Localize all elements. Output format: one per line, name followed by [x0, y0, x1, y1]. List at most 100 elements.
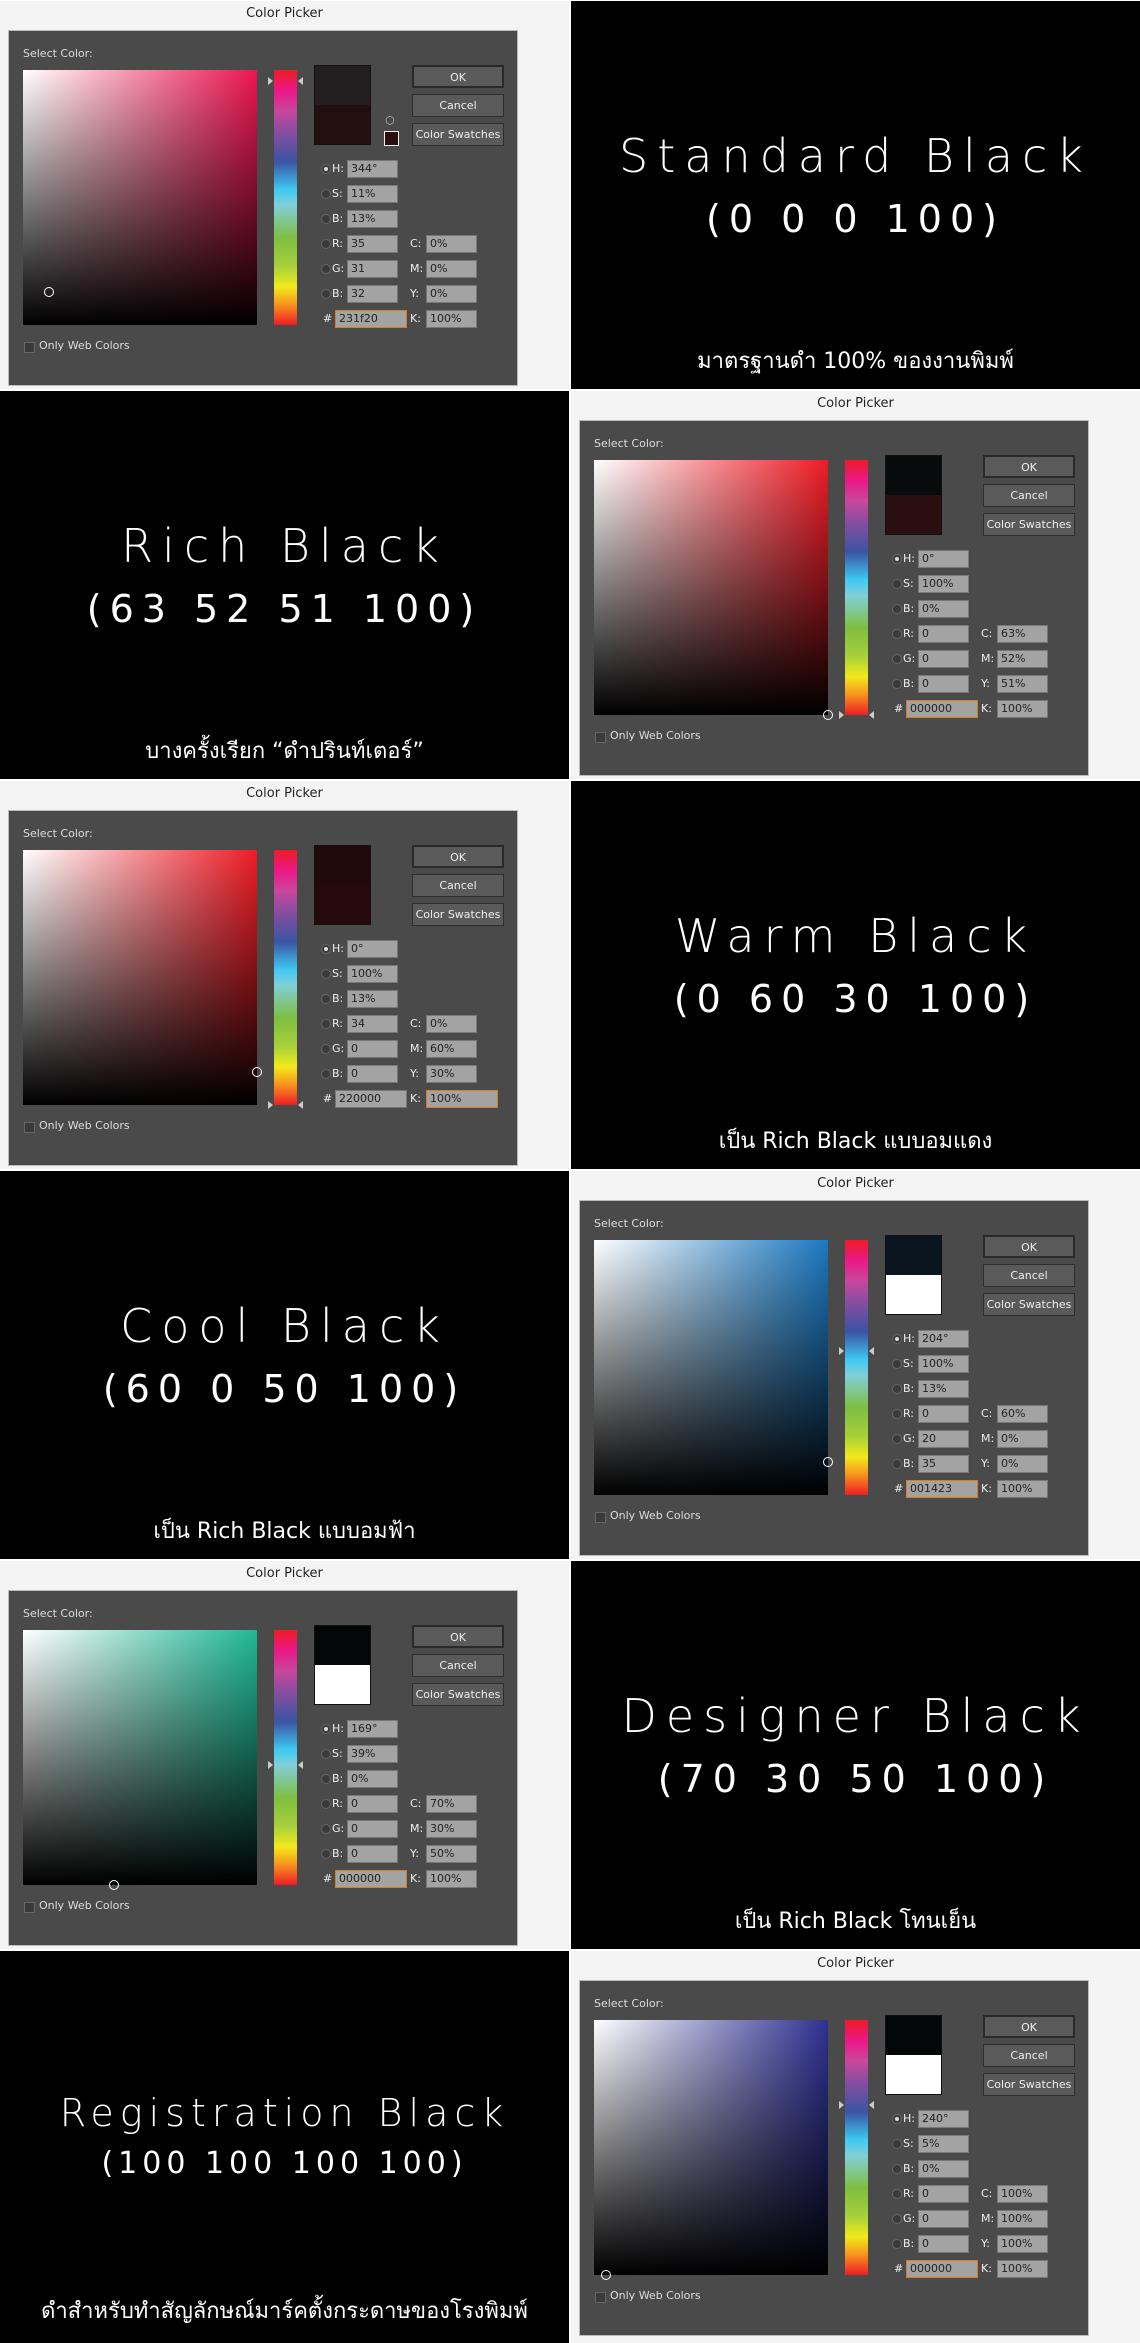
input-m[interactable]: 60%	[426, 1040, 477, 1058]
radio-r[interactable]	[892, 1409, 902, 1419]
input-h[interactable]: 169°	[347, 1720, 398, 1738]
radio-g[interactable]	[892, 2214, 902, 2224]
radio-h[interactable]	[892, 1334, 902, 1344]
radio-s[interactable]	[321, 1749, 331, 1759]
input-s[interactable]: 39%	[347, 1745, 398, 1763]
radio-s[interactable]	[892, 2139, 902, 2149]
input-c[interactable]: 0%	[426, 1015, 477, 1033]
hue-slider-handle-left[interactable]	[839, 2101, 844, 2109]
hue-slider-handle-left[interactable]	[839, 711, 844, 719]
input-s[interactable]: 5%	[918, 2135, 969, 2153]
saturation-brightness-field[interactable]	[23, 70, 257, 325]
gamut-warning-swatch[interactable]	[384, 131, 399, 146]
old-color-swatch[interactable]	[886, 1275, 941, 1314]
input-r[interactable]: 0	[347, 1795, 398, 1813]
ok-button[interactable]: OK	[412, 65, 504, 88]
input-s[interactable]: 100%	[918, 1355, 969, 1373]
old-color-swatch[interactable]	[886, 495, 941, 534]
input-h[interactable]: 0°	[347, 940, 398, 958]
color-marker[interactable]	[252, 1066, 262, 1077]
input-y[interactable]: 51%	[997, 675, 1048, 693]
input-g[interactable]: 0	[918, 2210, 969, 2228]
input-r[interactable]: 0	[918, 1405, 969, 1423]
radio-b[interactable]	[892, 1384, 902, 1394]
input-b[interactable]: 0%	[918, 600, 969, 618]
input-bl[interactable]: 0	[347, 1845, 398, 1863]
hue-slider-handle-left[interactable]	[839, 1346, 844, 1355]
input-y[interactable]: 100%	[997, 2235, 1048, 2253]
input-bl[interactable]: 0	[347, 1065, 398, 1083]
radio-r[interactable]	[321, 1799, 331, 1809]
input-r[interactable]: 0	[918, 625, 969, 643]
color-swatches-button[interactable]: Color Swatches	[983, 2073, 1075, 2096]
input-b[interactable]: 0%	[347, 1770, 398, 1788]
radio-r[interactable]	[321, 239, 331, 249]
color-marker[interactable]	[823, 710, 833, 720]
old-color-swatch[interactable]	[315, 105, 370, 144]
radio-s[interactable]	[321, 189, 331, 199]
cancel-button[interactable]: Cancel	[983, 1264, 1075, 1287]
radio-h[interactable]	[892, 2114, 902, 2124]
hue-slider-handle-right[interactable]	[869, 2101, 874, 2109]
input-bl[interactable]: 32	[347, 285, 398, 303]
input-c[interactable]: 60%	[997, 1405, 1048, 1423]
hex-input[interactable]: 220000	[335, 1090, 407, 1108]
color-marker[interactable]	[823, 1456, 833, 1467]
color-swatches-button[interactable]: Color Swatches	[983, 513, 1075, 536]
color-swatches-button[interactable]: Color Swatches	[412, 903, 504, 926]
input-y[interactable]: 0%	[997, 1455, 1048, 1473]
radio-r[interactable]	[892, 629, 902, 639]
input-h[interactable]: 204°	[918, 1330, 969, 1348]
hue-slider[interactable]	[839, 2020, 874, 2275]
hue-slider[interactable]	[268, 850, 303, 1109]
only-web-colors-checkbox[interactable]	[595, 1512, 606, 1523]
hue-slider[interactable]	[268, 70, 303, 325]
hex-input[interactable]: 231f20	[335, 310, 407, 328]
hue-slider[interactable]	[268, 1630, 303, 1885]
hue-slider-handle-left[interactable]	[268, 1101, 273, 1109]
hex-input[interactable]: 000000	[906, 700, 978, 718]
only-web-colors-checkbox[interactable]	[595, 732, 606, 743]
color-swatches-button[interactable]: Color Swatches	[412, 1683, 504, 1706]
radio-h[interactable]	[321, 1724, 331, 1734]
input-bl[interactable]: 0	[918, 675, 969, 693]
radio-g[interactable]	[892, 1434, 902, 1444]
radio-g[interactable]	[321, 1824, 331, 1834]
hue-slider-handle-right[interactable]	[298, 1761, 303, 1770]
input-k[interactable]: 100%	[997, 1480, 1048, 1498]
input-c[interactable]: 70%	[426, 1795, 477, 1813]
hue-slider[interactable]	[839, 460, 874, 719]
input-b[interactable]: 13%	[918, 1380, 969, 1398]
input-g[interactable]: 0	[347, 1820, 398, 1838]
input-c[interactable]: 100%	[997, 2185, 1048, 2203]
hex-input[interactable]: 001423	[906, 1480, 978, 1498]
radio-r[interactable]	[321, 1019, 331, 1029]
saturation-brightness-field[interactable]	[23, 1630, 257, 1890]
input-g[interactable]: 20	[918, 1430, 969, 1448]
color-marker[interactable]	[43, 286, 54, 297]
radio-b[interactable]	[892, 604, 902, 614]
radio-b[interactable]	[321, 214, 331, 224]
input-k[interactable]: 100%	[426, 1090, 498, 1108]
cancel-button[interactable]: Cancel	[412, 1654, 504, 1677]
input-y[interactable]: 50%	[426, 1845, 477, 1863]
input-s[interactable]: 100%	[347, 965, 398, 983]
ok-button[interactable]: OK	[412, 845, 504, 868]
cancel-button[interactable]: Cancel	[983, 484, 1075, 507]
cancel-button[interactable]: Cancel	[983, 2044, 1075, 2067]
input-g[interactable]: 0	[347, 1040, 398, 1058]
saturation-brightness-field[interactable]	[594, 1240, 833, 1495]
saturation-brightness-field[interactable]	[594, 460, 833, 720]
radio-h[interactable]	[321, 944, 331, 954]
cancel-button[interactable]: Cancel	[412, 874, 504, 897]
radio-bl[interactable]	[892, 2239, 902, 2249]
input-bl[interactable]: 0	[918, 2235, 969, 2253]
input-c[interactable]: 0%	[426, 235, 477, 253]
input-k[interactable]: 100%	[997, 2260, 1048, 2278]
hue-slider-handle-right[interactable]	[869, 711, 874, 719]
ok-button[interactable]: OK	[983, 2015, 1075, 2038]
hue-slider-handle-left[interactable]	[268, 1761, 273, 1770]
radio-g[interactable]	[321, 1044, 331, 1054]
radio-g[interactable]	[321, 264, 331, 274]
input-bl[interactable]: 35	[918, 1455, 969, 1473]
